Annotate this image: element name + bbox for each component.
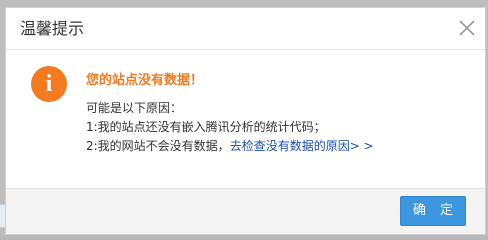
- dialog-footer: 确 定: [6, 188, 485, 234]
- dialog-header: 温馨提示: [6, 8, 485, 50]
- dialog-title: 温馨提示: [20, 19, 85, 38]
- check-reason-link[interactable]: 去检查没有数据的原因> >: [230, 139, 374, 153]
- close-button[interactable]: [457, 18, 477, 38]
- close-icon: [457, 18, 477, 38]
- message-title: 您的站点没有数据！: [86, 73, 204, 88]
- reason-2: 2:我的网站不会没有数据，去检查没有数据的原因> >: [86, 138, 374, 154]
- reason-intro: 可能是以下原因：: [86, 101, 183, 115]
- info-exclamation-icon: i: [31, 66, 67, 102]
- alert-dialog: 温馨提示 i 您的站点没有数据！ 可能是以下原因： 1:我的站点还没有嵌入腾讯分…: [5, 7, 486, 235]
- reason-2-text: 2:我的网站不会没有数据，: [86, 139, 230, 153]
- reason-1: 1:我的站点还没有嵌入腾讯分析的统计代码；: [86, 120, 326, 134]
- ok-button[interactable]: 确 定: [400, 196, 466, 226]
